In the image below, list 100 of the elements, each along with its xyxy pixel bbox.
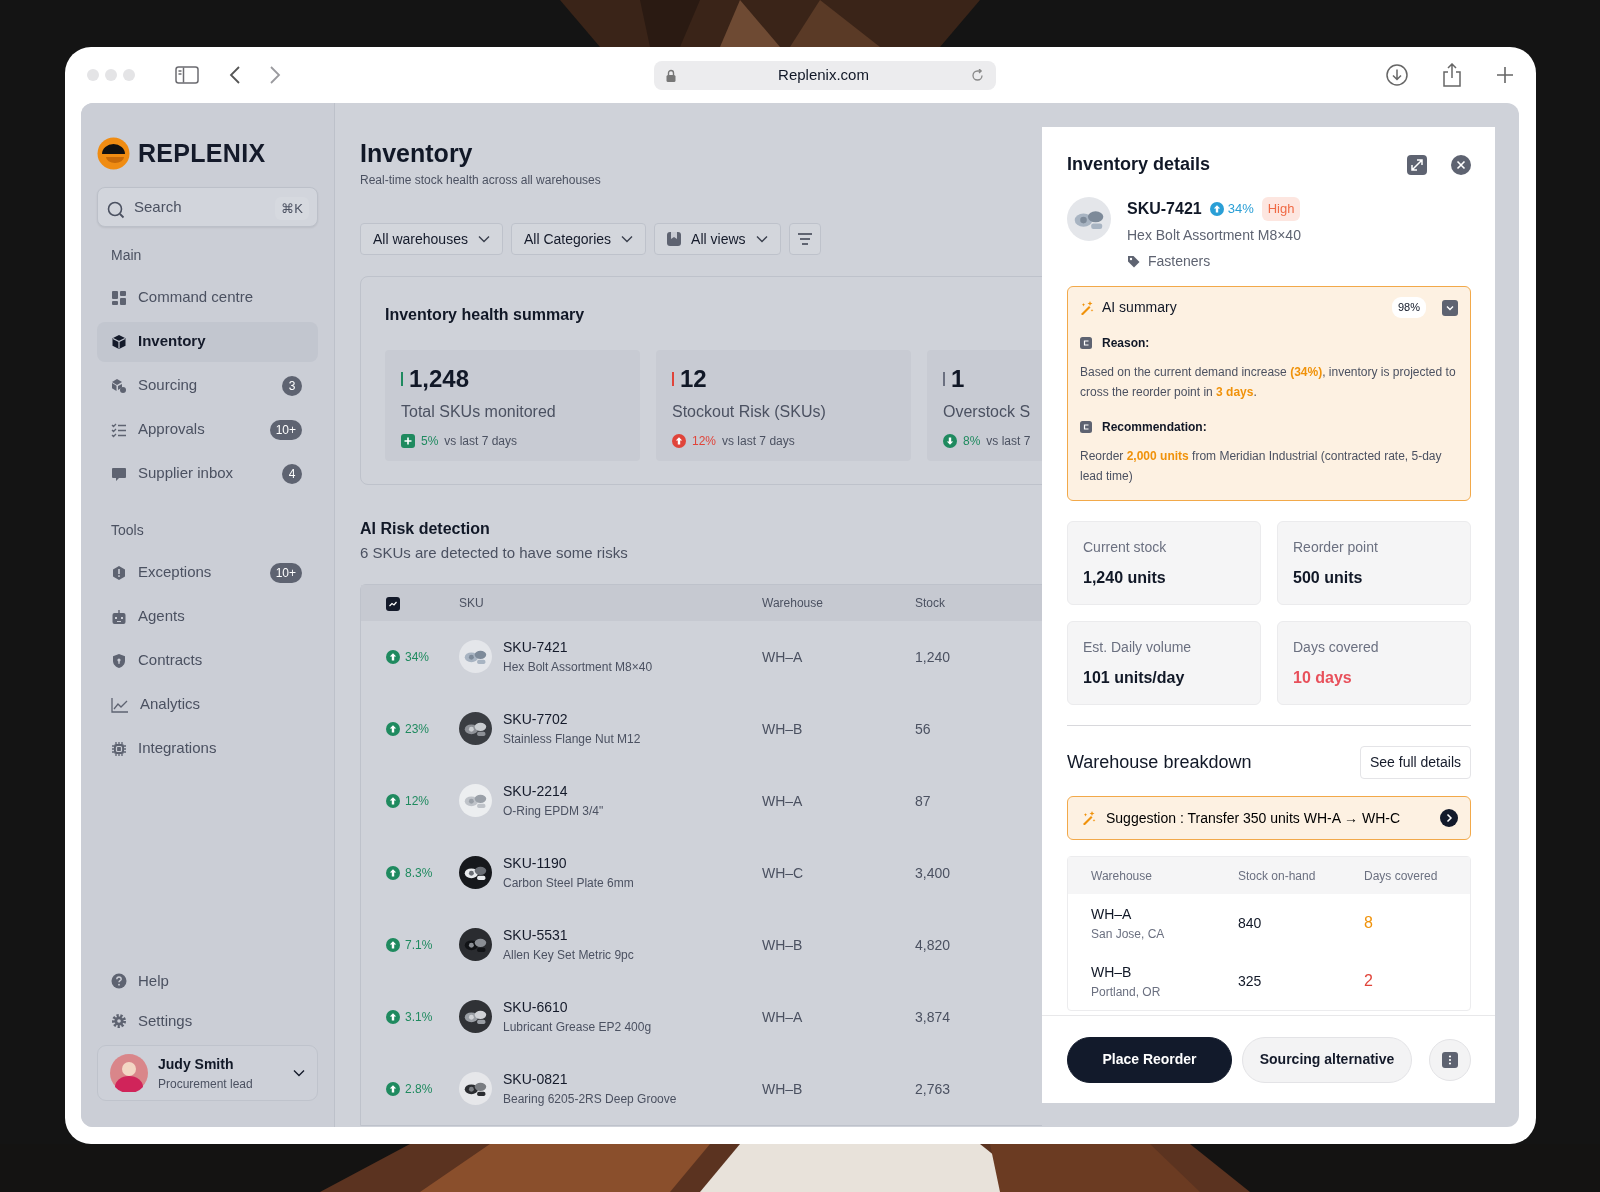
user-name: Judy Smith [158,1054,235,1074]
settings-icon [111,1013,127,1029]
delta-value: 5% [421,433,439,451]
sidebar-item[interactable]: Command centre [97,277,318,318]
url-text: Replenix.com [778,64,869,85]
metric-value: 1,240 units [1083,568,1167,588]
table-cell: 8 [1364,914,1373,931]
shield-icon [111,652,127,669]
section-title: AI Risk detection [360,519,491,539]
warehouse-name: WH–B [1091,962,1133,982]
filter-dropdown[interactable]: All views [654,223,781,255]
section-subtitle: 6 SKUs are detected to have some risks [360,543,629,564]
table-row[interactable]: 12% SKU-2214 O-Ring EPDM 3/4" WH–A 87 [361,764,1042,837]
sidebar-toggle-icon[interactable] [175,66,199,84]
count-badge: 10+ [269,562,302,583]
sku-code: SKU-7421 [503,638,569,658]
forward-icon[interactable] [269,66,281,84]
section-label: Main [110,245,143,265]
note-icon [1080,337,1092,349]
robot-icon [111,608,127,625]
sidebar-item[interactable]: Inventory [97,321,318,362]
sidebar-item[interactable]: Approvals 10+ [97,409,318,450]
table-row[interactable]: 8.3% SKU-1190 Carbon Steel Plate 6mm WH–C 3,400 [361,836,1042,909]
checklist-icon [111,421,127,438]
sourcing-button[interactable]: Sourcing alternative [1242,1036,1412,1083]
close-button[interactable] [1451,155,1471,175]
table-cell: 4,820 [915,936,951,953]
sidebar-item[interactable]: Agents [97,596,318,637]
address-bar[interactable]: Replenix.com [654,60,996,90]
table-row[interactable]: 34% SKU-7421 Hex Bolt Assortment M8×40 WH–A 1,240 [361,620,1042,693]
warehouse-location: San Jose, CA [1091,925,1166,943]
grid-icon [111,289,127,306]
count-badge: 4 [282,463,302,484]
page-subtitle: Real-time stock health across all warehouses [360,172,602,189]
count-badge: 3 [282,375,302,396]
suggestion-bar[interactable]: Suggestion : Transfer 350 units WH-A → WH-C [1067,796,1471,840]
share-icon[interactable] [1442,63,1462,87]
summary-text: Reorder 2,000 units from Meridian Industrial (contracted rate, 5-day lead time) [1080,448,1443,485]
sidebar-item[interactable]: Sourcing 3 [97,365,318,406]
table-cell: WH–A [762,1008,803,1025]
arrow-up-circle-icon [386,721,400,736]
back-icon[interactable] [229,66,241,84]
expand-button[interactable] [1407,155,1427,175]
tag-icon [1127,255,1140,268]
stat-value: 1,248 [409,364,470,395]
sidebar-item[interactable]: Integrations [97,728,318,769]
delta-value: 8% [963,433,981,451]
more-button[interactable] [1429,1038,1471,1081]
sidebar-item[interactable]: Exceptions 10+ [97,552,318,593]
table-row[interactable]: 3.1% SKU-6610 Lubricant Grease EP2 400g WH–A 3,874 [361,980,1042,1053]
collapse-button[interactable] [1442,299,1458,316]
reorder-button[interactable]: Place Reorder [1067,1036,1232,1083]
plus-square-icon [401,434,415,449]
metric-value: 10 days [1293,668,1353,688]
sku-code: SKU-7702 [503,710,569,730]
sidebar-item[interactable]: Analytics [97,684,318,725]
plus-icon[interactable] [1496,66,1514,84]
filter-dropdown[interactable]: All warehouses [360,223,503,255]
section-label: Tools [110,520,145,540]
stat-label: Overstock S [943,402,1032,423]
change-value: 34% [405,648,430,666]
arrow-up-circle-icon [386,649,400,664]
magic-wand-icon [1080,300,1094,315]
cube-icon [111,333,127,350]
lock-icon [666,68,676,82]
sidebar-item[interactable]: Supplier inbox 4 [97,453,318,494]
delta-caption: vs last 7 days [722,433,795,451]
card-title: AI summary [1102,298,1177,317]
chevron-down-icon [293,1069,305,1077]
stat-value: 12 [680,364,707,395]
user-card[interactable]: Judy Smith Procurement lead [97,1045,318,1101]
filter-menu-button[interactable] [788,223,821,255]
product-name: Hex Bolt Assortment M8×40 [503,659,653,677]
table-row[interactable]: 7.1% SKU-5531 Allen Key Set Metric 9pc WH–B 4,820 [361,908,1042,981]
column-header: Warehouse [1091,868,1152,883]
sku-code: SKU-0821 [503,1070,569,1090]
reload-icon[interactable] [971,68,984,82]
table-row[interactable]: 23% SKU-7702 Stainless Flange Nut M12 WH–B 56 [361,692,1042,765]
sidebar-item[interactable]: Settings [97,1001,318,1041]
count-badge: 10+ [269,419,302,440]
table-cell: 3,874 [915,1008,951,1025]
change-value: 8.3% [405,864,433,882]
download-icon[interactable] [1386,64,1408,86]
details-button[interactable]: See full details [1359,746,1471,779]
table-cell: 2 [1364,972,1373,989]
arrow-up-circle-icon [386,793,400,808]
stat-label: Total SKUs monitored [401,402,557,423]
search-icon [107,201,125,220]
table-cell: 1,240 [915,648,951,665]
sidebar-item[interactable]: Help [97,961,318,1001]
sidebar-item[interactable]: Contracts [97,640,318,681]
warehouse-location: Portland, OR [1091,983,1162,1001]
delta-caption: vs last 7 [986,433,1031,451]
arrow-up-circle-icon [386,937,400,952]
filter-dropdown[interactable]: All Categories [510,223,647,255]
summary-text: Based on the current demand increase (34%), inventory is projected to cross the reorder point in 3 days. [1080,364,1457,401]
table-row[interactable]: 2.8% SKU-0821 Bearing 6205-2RS Deep Groove WH–B 2,763 [361,1052,1042,1125]
page-title: Inventory [360,138,474,168]
chevron-down-icon [477,235,490,243]
note-icon [1080,421,1092,433]
